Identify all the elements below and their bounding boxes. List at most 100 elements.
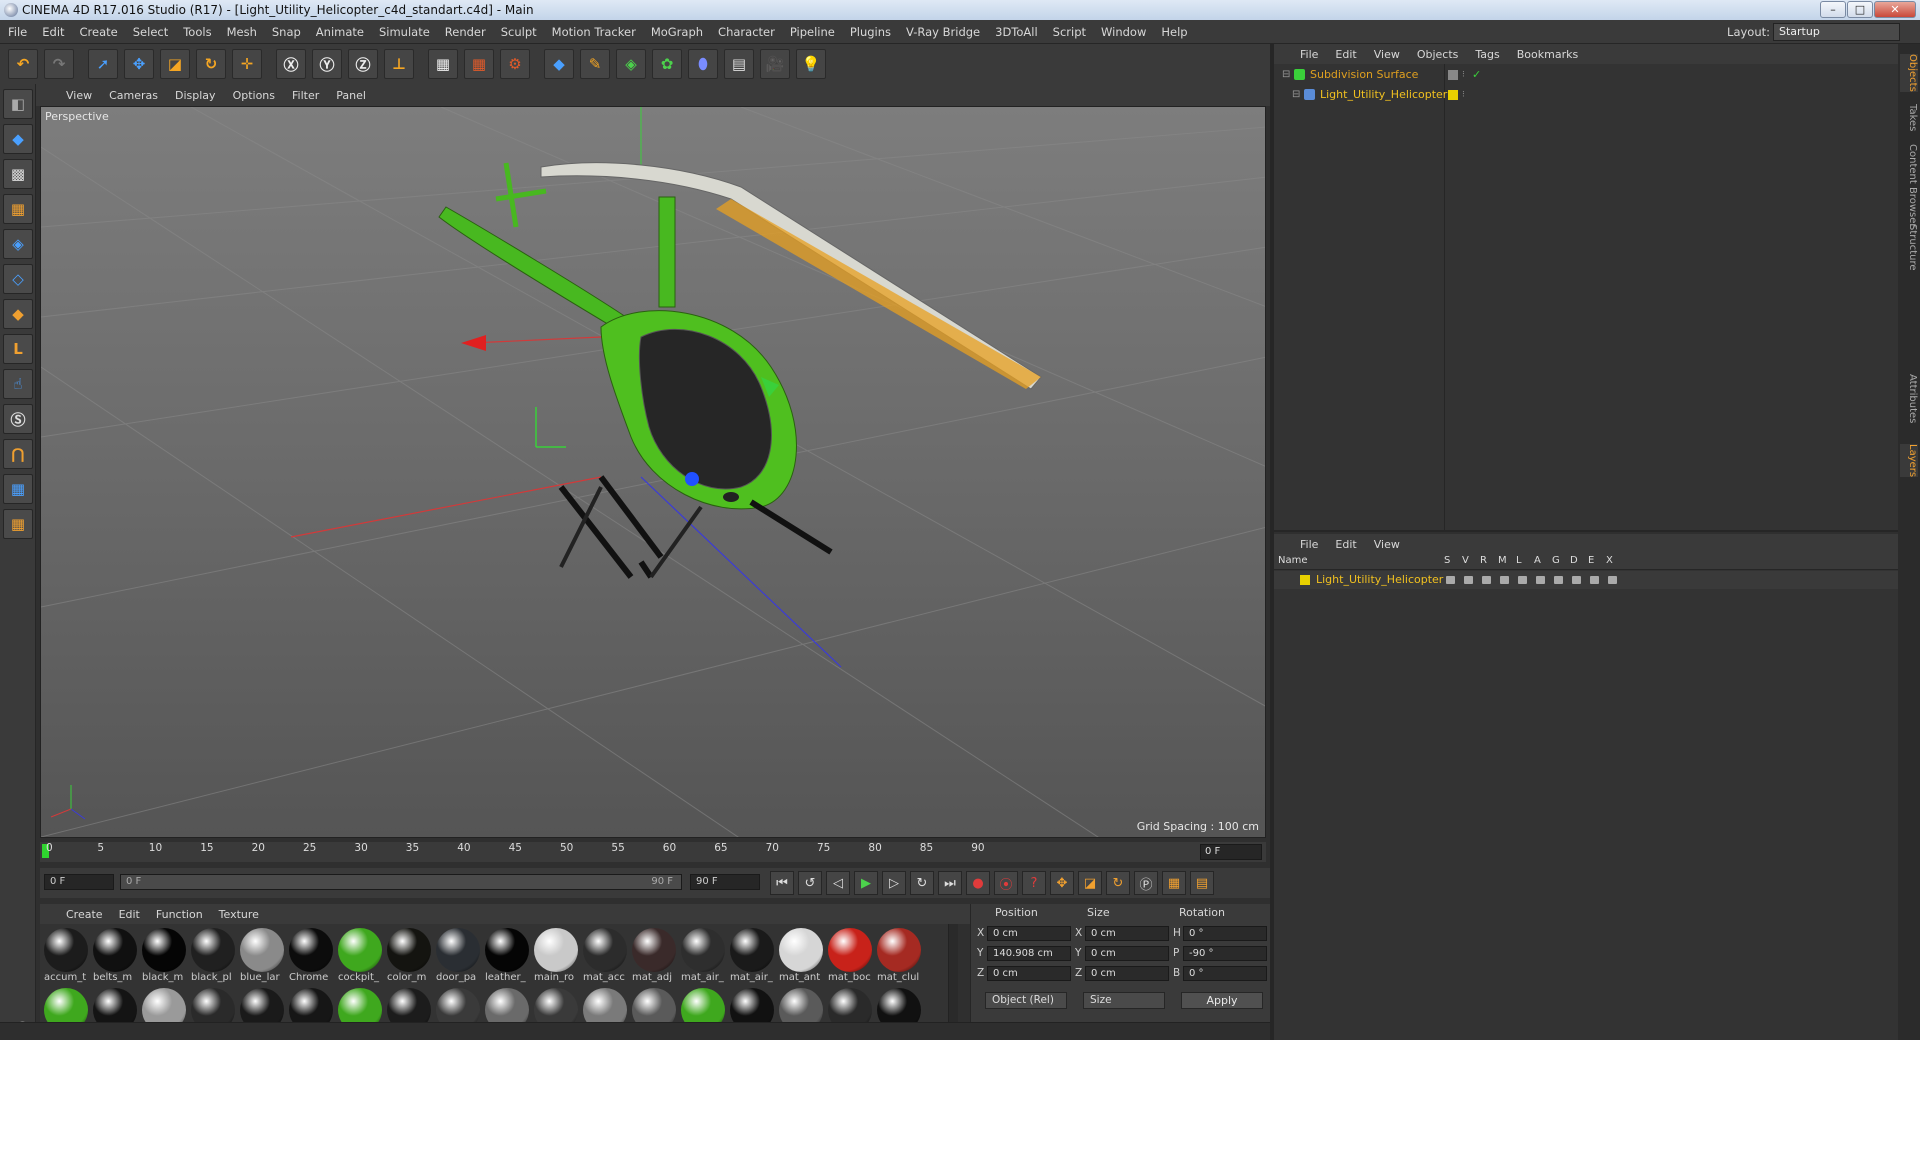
menu-edit[interactable]: Edit — [42, 25, 64, 39]
object-menu-view[interactable]: View — [1374, 48, 1400, 61]
material-swatch[interactable]: mat_air_ — [728, 926, 776, 984]
rotate-icon[interactable]: ↻ — [196, 49, 226, 79]
layer-toggle-icon[interactable] — [1446, 576, 1455, 584]
viewport-menu-panel[interactable]: Panel — [336, 89, 366, 102]
size-field[interactable]: 0 cm — [1085, 946, 1169, 961]
axis-mode-icon[interactable]: L — [3, 334, 33, 364]
material-swatch[interactable]: mat_air_ — [679, 926, 727, 984]
make-editable-icon[interactable]: ◧ — [3, 89, 33, 119]
size-mode-select[interactable]: Size — [1083, 992, 1165, 1009]
material-swatch[interactable]: main_ro — [532, 926, 580, 984]
keyframe-selection-icon[interactable]: ? — [1022, 871, 1046, 895]
menu-snap[interactable]: Snap — [272, 25, 301, 39]
material-swatch[interactable]: color_m — [385, 926, 433, 984]
object-menu-file[interactable]: File — [1300, 48, 1318, 61]
play-icon[interactable]: ▶ — [854, 871, 878, 895]
material-menu-create[interactable]: Create — [66, 908, 103, 921]
previous-key-icon[interactable]: ↺ — [798, 871, 822, 895]
subdivision-icon[interactable]: ◈ — [616, 49, 646, 79]
solo-mode-icon[interactable]: Ⓢ — [3, 404, 33, 434]
workplane-icon[interactable]: ▦ — [3, 194, 33, 224]
menu-create[interactable]: Create — [80, 25, 118, 39]
viewport-menu-view[interactable]: View — [66, 89, 92, 102]
layer-toggle-icon[interactable] — [1482, 576, 1491, 584]
helicopter-model[interactable] — [438, 162, 1042, 579]
material-swatch[interactable]: mat_ant — [777, 926, 825, 984]
object-menu-tags[interactable]: Tags — [1475, 48, 1499, 61]
preview-range-slider[interactable]: 0 F 90 F — [120, 874, 682, 890]
material-menu-texture[interactable]: Texture — [219, 908, 259, 921]
render-view-icon[interactable]: ▦ — [428, 49, 458, 79]
grid-lock-icon[interactable]: ▦ — [3, 474, 33, 504]
menu-pipeline[interactable]: Pipeline — [790, 25, 835, 39]
material-swatch[interactable]: cockpit_ — [336, 926, 384, 984]
go-to-start-icon[interactable]: ⏮ — [770, 871, 794, 895]
start-frame-field[interactable]: 0 F — [44, 874, 114, 890]
next-frame-icon[interactable]: ▷ — [882, 871, 906, 895]
layer-column-v[interactable]: V — [1462, 555, 1469, 566]
scale-icon[interactable]: ◪ — [160, 49, 190, 79]
layer-color-swatch[interactable] — [1300, 575, 1310, 585]
menu-character[interactable]: Character — [718, 25, 775, 39]
layer-column-x[interactable]: X — [1606, 555, 1613, 566]
material-swatch[interactable]: Chrome — [287, 926, 335, 984]
menu-simulate[interactable]: Simulate — [379, 25, 430, 39]
material-swatch[interactable]: belts_m — [91, 926, 139, 984]
layer-toggle-icon[interactable] — [1500, 576, 1509, 584]
material-scrollbar[interactable] — [948, 924, 958, 1036]
side-tab-content-browser[interactable]: Content Browser — [1900, 144, 1918, 227]
viewport-menu-display[interactable]: Display — [175, 89, 216, 102]
undo-button[interactable]: ↶ — [8, 49, 38, 79]
coordinate-system-icon[interactable]: ⊥ — [384, 49, 414, 79]
polygons-mode-icon[interactable]: ◆ — [3, 299, 33, 329]
menu-script[interactable]: Script — [1053, 25, 1086, 39]
floor-icon[interactable]: ▤ — [724, 49, 754, 79]
material-swatch[interactable]: mat_clul — [875, 926, 923, 984]
3d-viewport[interactable]: Perspective Grid Spacing : 100 cm — [40, 106, 1266, 838]
move-icon[interactable]: ✥ — [124, 49, 154, 79]
rotation-field[interactable]: 0 ° — [1183, 926, 1267, 941]
layer-column-name[interactable]: Name — [1278, 555, 1308, 566]
side-tab-objects[interactable]: Objects — [1900, 54, 1918, 92]
layer-column-e[interactable]: E — [1588, 555, 1594, 566]
close-button[interactable]: ✕ — [1874, 1, 1916, 18]
material-swatch[interactable]: leather_ — [483, 926, 531, 984]
grid-snap-icon[interactable]: ▦ — [3, 509, 33, 539]
layer-column-d[interactable]: D — [1570, 555, 1578, 566]
go-to-end-icon[interactable]: ⏭ — [938, 871, 962, 895]
material-swatch[interactable]: black_pl — [189, 926, 237, 984]
position-field[interactable]: 0 cm — [987, 926, 1071, 941]
material-swatch[interactable]: mat_adj — [630, 926, 678, 984]
layer-column-s[interactable]: S — [1444, 555, 1450, 566]
key-scale-icon[interactable]: ◪ — [1078, 871, 1102, 895]
side-tab-layers[interactable]: Layers — [1900, 444, 1918, 478]
material-swatch[interactable]: black_m — [140, 926, 188, 984]
points-mode-icon[interactable]: ◈ — [3, 229, 33, 259]
layer-column-a[interactable]: A — [1534, 555, 1541, 566]
material-swatch[interactable]: door_pa — [434, 926, 482, 984]
viewport-menu-cameras[interactable]: Cameras — [109, 89, 158, 102]
transform-icon[interactable]: ✛ — [232, 49, 262, 79]
object-menu-bookmarks[interactable]: Bookmarks — [1517, 48, 1578, 61]
layer-menu-file[interactable]: File — [1300, 538, 1318, 551]
object-menu-objects[interactable]: Objects — [1417, 48, 1459, 61]
menu-motion-tracker[interactable]: Motion Tracker — [552, 25, 636, 39]
menu-window[interactable]: Window — [1101, 25, 1146, 39]
layout-select[interactable]: Startup — [1773, 23, 1900, 41]
timeline-ruler[interactable]: 0 F 0 5 10 15 20 25 30 35 40 45 50 55 60 65 70 75 80 85 90 — [40, 842, 1266, 862]
minimize-button[interactable]: – — [1820, 1, 1846, 18]
layer-toggle-icon[interactable] — [1536, 576, 1545, 584]
cube-object-icon[interactable]: ◆ — [544, 49, 574, 79]
side-tab-attributes[interactable]: Attributes — [1900, 374, 1918, 423]
layer-column-m[interactable]: M — [1498, 555, 1507, 566]
record-keys-icon[interactable]: ● — [966, 871, 990, 895]
viewport-menu-options[interactable]: Options — [233, 89, 275, 102]
position-field[interactable]: 0 cm — [987, 966, 1071, 981]
menu-sculpt[interactable]: Sculpt — [501, 25, 537, 39]
menu-animate[interactable]: Animate — [316, 25, 364, 39]
menu-3dtoall[interactable]: 3DToAll — [995, 25, 1038, 39]
layer-toggle-icon[interactable] — [1518, 576, 1527, 584]
deformer-icon[interactable]: ⬮ — [688, 49, 718, 79]
layer-toggle-icon[interactable] — [1608, 576, 1617, 584]
rotation-field[interactable]: -90 ° — [1183, 946, 1267, 961]
